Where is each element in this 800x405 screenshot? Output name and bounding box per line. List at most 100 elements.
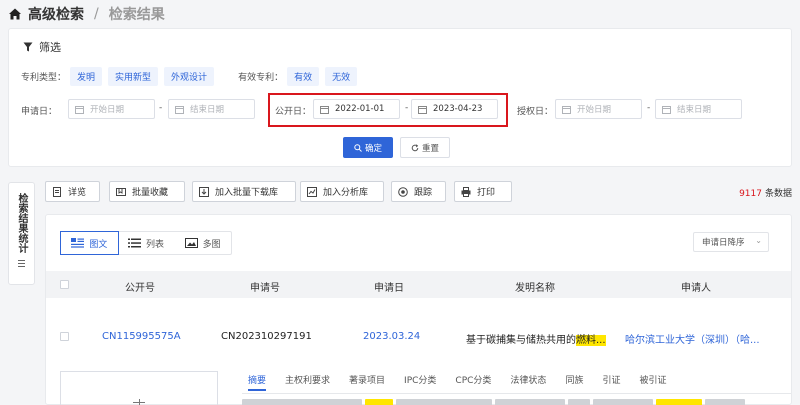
filter-title-label: 筛选 [39,41,61,54]
row-checkbox[interactable] [60,332,69,341]
application-date-end-text: 结束日期 [190,105,225,115]
filter-type-row: 专利类型： 发明 实用新型 外观设计 有效专利： 有效 无效 [21,67,363,86]
publication-date-start[interactable]: 2022-01-01 [313,99,400,119]
calendar-icon [320,105,329,114]
row-title-prefix: 基于碳捕集与储热共用的 [466,335,576,346]
add-analysis-button[interactable]: 加入分析库 [300,181,384,202]
confirm-button[interactable]: 确定 [343,137,393,158]
tab-multi-image[interactable]: 多图 [174,232,231,254]
batch-download-button[interactable]: 加入批量下载库 [192,181,296,202]
publication-date-start-text: 2022-01-01 [335,104,385,114]
date-range-dash: - [647,103,651,113]
detail-tabs-divider [242,393,791,394]
grant-date-start[interactable]: 开始日期 [555,99,642,119]
tab-graphic[interactable]: 图文 [60,231,119,255]
sort-select[interactable]: 申请日降序 ⌄ [693,232,769,252]
row-title[interactable]: 基于碳捕集与储热共用的燃料... [466,331,606,346]
results-panel: 图文 列表 多图 申请日降序 ⌄ 公开号 申请号 申请日 发明名称 申请人 CN… [45,214,792,405]
batch-favorite-label: 批量收藏 [132,188,169,198]
confirm-button-label: 确定 [364,143,382,154]
chip-invalid[interactable]: 无效 [325,67,358,86]
tab-list[interactable]: 列表 [118,232,175,254]
table-row: CN115995575A CN202310297191 2023.03.24 基… [46,323,791,351]
patent-thumbnail[interactable] [60,371,218,405]
application-date-start-text: 开始日期 [90,105,125,115]
header-app-no: 申请号 [250,283,280,294]
grant-date-label: 授权日： [517,107,554,117]
funnel-icon [23,42,33,52]
search-icon [354,143,362,152]
calendar-icon [562,105,571,114]
reset-button[interactable]: 重置 [400,137,450,158]
result-count: 9117 条数据 [739,186,792,199]
gallery-icon [184,238,198,248]
batch-favorite-button[interactable]: 批量收藏 [109,181,185,202]
header-pub-no: 公开号 [125,283,155,294]
breadcrumb-home[interactable]: 高级检索 [28,4,84,24]
search-statistics-tab[interactable]: 检索结果统计 [8,182,35,285]
tab-graphic-label: 图文 [89,239,108,250]
chip-design[interactable]: 外观设计 [164,67,215,86]
row-app-date: 2023.03.24 [363,331,421,342]
patent-type-label: 专利类型： [21,73,67,83]
row-title-highlight: 燃料... [576,335,606,346]
select-all-checkbox[interactable] [60,280,69,289]
reset-button-label: 重置 [421,143,439,154]
track-icon [398,186,408,197]
view-mode-tabs: 图文 列表 多图 [60,231,232,255]
tab-family[interactable]: 同族 [565,373,583,391]
row-pub-no[interactable]: CN115995575A [102,331,181,342]
search-statistics-label: 检索结果统计 [16,193,27,253]
detail-view-label: 详览 [68,188,87,198]
print-button[interactable]: 打印 [454,181,512,202]
calendar-icon [175,105,184,114]
grant-date-start-text: 开始日期 [577,105,612,115]
tab-legal-status[interactable]: 法律状态 [510,373,546,391]
publication-date-end-text: 2023-04-23 [433,104,483,114]
grant-date-end[interactable]: 结束日期 [655,99,742,119]
tab-citation[interactable]: 引证 [602,373,620,391]
track-label: 跟踪 [414,188,433,198]
valid-label: 有效专利： [238,73,284,83]
detail-view-button[interactable]: 详览 [45,181,100,202]
image-text-icon [71,238,85,248]
tab-cpc[interactable]: CPC分类 [455,373,491,391]
result-count-unit: 条数据 [764,189,792,199]
result-count-value: 9117 [739,189,762,199]
date-range-dash: - [405,103,409,113]
sort-select-value: 申请日降序 [702,238,745,248]
breadcrumb-current: 检索结果 [108,7,165,23]
breadcrumb: 高级检索 / 检索结果 [0,0,800,28]
tab-main-claim[interactable]: 主权利要求 [285,373,330,391]
header-title: 发明名称 [515,283,555,294]
row-app-no: CN202310297191 [221,331,312,342]
filter-title: 筛选 [23,39,61,55]
bookmark-icon [116,187,126,196]
calendar-icon [75,105,84,114]
calendar-icon [662,105,671,114]
chip-invention[interactable]: 发明 [70,67,103,86]
header-app-date: 申请日 [374,283,404,294]
tab-multi-image-label: 多图 [202,239,221,250]
table-header: 公开号 申请号 申请日 发明名称 申请人 [46,271,791,298]
abstract-preview [242,399,791,405]
detail-tabs: 摘要 主权利要求 著录项目 IPC分类 CPC分类 法律状态 同族 引证 被引证 [248,373,685,391]
home-icon[interactable] [8,7,22,21]
application-date-label: 申请日： [21,107,58,117]
list-icon [18,260,25,267]
chip-utility-model[interactable]: 实用新型 [108,67,159,86]
tab-ipc[interactable]: IPC分类 [404,373,436,391]
tab-abstract[interactable]: 摘要 [248,373,267,391]
track-button[interactable]: 跟踪 [391,181,446,202]
row-applicant[interactable]: 哈尔滨工业大学（深圳）（哈... [625,331,760,346]
add-analysis-label: 加入分析库 [323,188,369,198]
application-date-end[interactable]: 结束日期 [168,99,255,119]
tab-bibliographic[interactable]: 著录项目 [349,373,385,391]
print-label: 打印 [477,188,496,198]
tab-list-label: 列表 [146,239,165,250]
chip-valid[interactable]: 有效 [287,67,320,86]
application-date-start[interactable]: 开始日期 [68,99,155,119]
publication-date-end[interactable]: 2023-04-23 [411,99,498,119]
tab-cited-by[interactable]: 被引证 [639,373,666,391]
breadcrumb-separator: / [94,6,99,22]
